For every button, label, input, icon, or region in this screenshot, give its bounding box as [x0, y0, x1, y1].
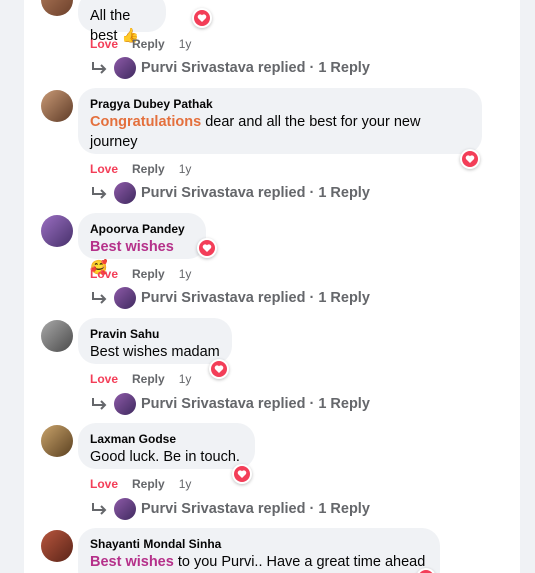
comment-text: Good luck. Be in touch.	[90, 449, 240, 465]
reply-arrow-icon	[92, 62, 107, 74]
love-heart-icon[interactable]	[232, 464, 252, 484]
replier-name: Purvi Srivastava	[141, 396, 254, 412]
replies-count: replied · 1 Reply	[257, 396, 370, 412]
comment-author[interactable]: Pravin Sahu	[90, 326, 220, 342]
comment-bubble: Laxman Godse Good luck. Be in touch.	[78, 423, 255, 469]
reply-button[interactable]: Reply	[132, 266, 165, 282]
replier-avatar	[114, 498, 136, 520]
replies-link[interactable]: Purvi Srivastava replied · 1 Reply	[90, 286, 370, 310]
comment-actions: Love Reply 1y	[90, 36, 191, 52]
replies-link[interactable]: Purvi Srivastava replied · 1 Reply	[90, 497, 370, 521]
reply-button[interactable]: Reply	[132, 371, 165, 387]
replier-name: Purvi Srivastava	[141, 60, 254, 76]
timestamp[interactable]: 1y	[179, 476, 192, 492]
love-button[interactable]: Love	[90, 266, 118, 282]
replies-count: replied · 1 Reply	[257, 60, 370, 76]
love-heart-icon[interactable]	[192, 8, 212, 28]
avatar[interactable]	[41, 530, 73, 562]
comment-bubble: Pravin Sahu Best wishes madam	[78, 318, 232, 364]
comment-bubble: Shayanti Mondal Sinha Best wishes to you…	[78, 528, 440, 573]
comment-author[interactable]: Shayanti Mondal Sinha	[90, 536, 428, 552]
reply-button[interactable]: Reply	[132, 36, 165, 52]
replies-link[interactable]: Purvi Srivastava replied · 1 Reply	[90, 56, 370, 80]
comment-text: Congratulations dear and all the best fo…	[90, 112, 470, 152]
comment-actions: Love Reply 1y	[90, 266, 191, 282]
avatar[interactable]	[41, 320, 73, 352]
text-highlight: Best wishes	[90, 554, 174, 570]
reply-arrow-icon	[92, 292, 107, 304]
replier-avatar	[114, 182, 136, 204]
replier-name: Purvi Srivastava	[141, 185, 254, 201]
comment-bubble: All the best 👍	[78, 0, 166, 44]
timestamp[interactable]: 1y	[179, 161, 192, 177]
replier-avatar	[114, 393, 136, 415]
reply-arrow-icon	[92, 398, 107, 410]
reply-arrow-icon	[92, 503, 107, 515]
replies-link[interactable]: Purvi Srivastava replied · 1 Reply	[90, 181, 370, 205]
avatar[interactable]	[41, 0, 73, 16]
reply-arrow-icon	[92, 187, 107, 199]
text-rest: to you Purvi.. Have a great time ahead	[173, 554, 426, 570]
love-button[interactable]: Love	[90, 161, 118, 177]
avatar[interactable]	[41, 215, 73, 247]
comment-bubble: Apoorva Pandey Best wishes 🥰	[78, 213, 206, 275]
text-highlight: Best wishes	[90, 239, 174, 255]
replies-count: replied · 1 Reply	[257, 501, 370, 517]
love-button[interactable]: Love	[90, 36, 118, 52]
comment-bubble: Pragya Dubey Pathak Congratulations dear…	[78, 88, 482, 154]
timestamp[interactable]: 1y	[179, 36, 192, 52]
comment-actions: Love Reply 1y	[90, 161, 191, 177]
love-button[interactable]: Love	[90, 371, 118, 387]
comment-actions: Love Reply 1y	[90, 476, 191, 492]
love-heart-icon[interactable]	[197, 238, 217, 258]
avatar[interactable]	[41, 90, 73, 122]
replier-name: Purvi Srivastava	[141, 290, 254, 306]
timestamp[interactable]: 1y	[179, 371, 192, 387]
replies-link[interactable]: Purvi Srivastava replied · 1 Reply	[90, 392, 370, 416]
comment-author[interactable]: Laxman Godse	[90, 431, 243, 447]
comments-panel: All the best 👍 Love Reply 1y Purvi Sriva…	[24, 0, 520, 573]
replies-count: replied · 1 Reply	[257, 185, 370, 201]
comment-author[interactable]: Apoorva Pandey	[90, 221, 194, 237]
timestamp[interactable]: 1y	[179, 266, 192, 282]
avatar[interactable]	[41, 425, 73, 457]
reply-button[interactable]: Reply	[132, 161, 165, 177]
love-button[interactable]: Love	[90, 476, 118, 492]
love-heart-icon[interactable]	[209, 359, 229, 379]
comment-actions: Love Reply 1y	[90, 371, 191, 387]
replier-avatar	[114, 57, 136, 79]
comment-text: Best wishes madam	[90, 344, 220, 360]
comment-text: Best wishes to you Purvi.. Have a great …	[90, 552, 428, 572]
replies-count: replied · 1 Reply	[257, 290, 370, 306]
replier-name: Purvi Srivastava	[141, 501, 254, 517]
replier-avatar	[114, 287, 136, 309]
reply-button[interactable]: Reply	[132, 476, 165, 492]
comment-author[interactable]: Pragya Dubey Pathak	[90, 96, 470, 112]
love-heart-icon[interactable]	[460, 149, 480, 169]
text-highlight: Congratulations	[90, 114, 202, 130]
scrollbar-track[interactable]	[520, 0, 535, 573]
